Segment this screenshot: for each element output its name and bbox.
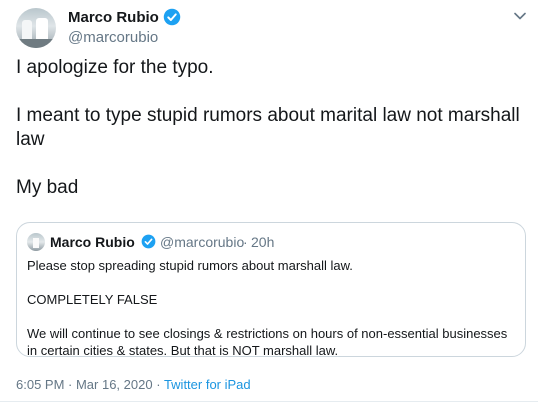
quoted-author-name: Marco Rubio xyxy=(50,234,135,250)
quoted-tweet[interactable]: Marco Rubio @marcorubio · 20h Please sto… xyxy=(16,222,526,359)
separator-dot: · xyxy=(156,377,161,392)
chevron-down-icon[interactable] xyxy=(514,12,526,20)
avatar-floor xyxy=(16,39,56,48)
separator-dot: · xyxy=(243,234,248,250)
quoted-paragraph: COMPLETELY FALSE xyxy=(27,292,158,307)
tweet-card: Marco Rubio @marcorubio I apologize for … xyxy=(0,0,538,402)
quoted-author-avatar xyxy=(27,233,45,251)
tweet-timestamp[interactable]: 6:05 PM · Mar 16, 2020 xyxy=(16,377,153,392)
author-name[interactable]: Marco Rubio xyxy=(68,9,159,26)
tweet-source-link[interactable]: Twitter for iPad xyxy=(164,377,251,392)
avatar-figure xyxy=(33,238,39,248)
tweet-paragraph: I apologize for the typo. xyxy=(16,57,214,78)
tweet-paragraph: I meant to type stupid rumors about mari… xyxy=(16,105,520,150)
quoted-paragraph: Please stop spreading stupid rumors abou… xyxy=(27,258,353,273)
quoted-author-handle: @marcorubio xyxy=(160,234,245,250)
verified-badge-icon xyxy=(141,234,156,249)
quoted-tweet-text: Please stop spreading stupid rumors abou… xyxy=(27,257,517,359)
tweet-paragraph: My bad xyxy=(16,177,79,198)
author-handle[interactable]: @marcorubio xyxy=(68,29,158,46)
quoted-paragraph: We will continue to see closings & restr… xyxy=(27,326,508,358)
verified-badge-icon xyxy=(163,8,181,26)
tweet-meta: 6:05 PM · Mar 16, 2020 · Twitter for iPa… xyxy=(16,377,251,392)
quoted-tweet-time: 20h xyxy=(251,234,275,250)
author-avatar[interactable] xyxy=(16,8,56,48)
tweet-text: I apologize for the typo. I meant to typ… xyxy=(16,56,526,200)
